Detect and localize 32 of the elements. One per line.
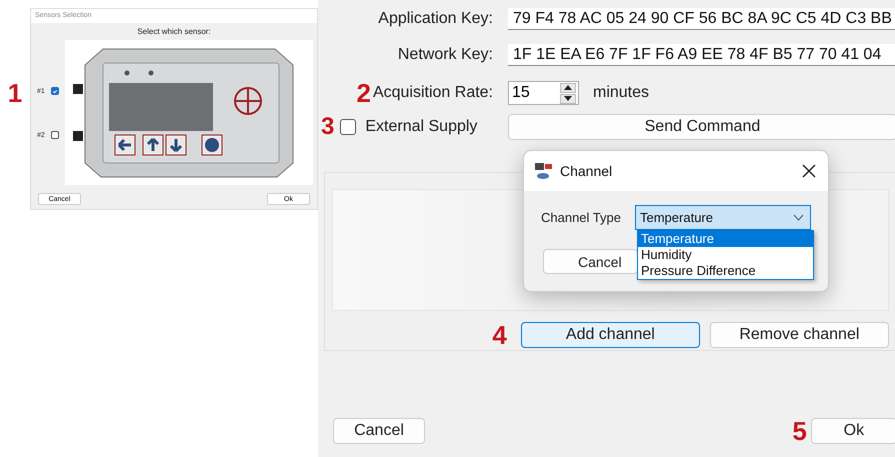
remove-channel-button[interactable]: Remove channel [710, 322, 889, 348]
dialog-title: Channel [560, 163, 614, 179]
dropdown-option[interactable]: Humidity [638, 247, 813, 263]
rate-spinbox[interactable]: 15 [508, 81, 579, 105]
annotation-number: 5 [792, 418, 807, 444]
app-logo-icon [534, 161, 554, 181]
external-supply-checkbox[interactable] [340, 119, 356, 135]
ok-button[interactable]: Ok [810, 418, 895, 444]
prompt-text: Select which sensor: [136, 27, 212, 36]
close-icon[interactable] [802, 164, 816, 178]
dropdown-option[interactable]: Temperature [638, 231, 813, 247]
annotation-number: 3 [321, 115, 334, 139]
sensor-checkbox[interactable] [50, 87, 59, 95]
send-command-button[interactable]: Send Command [508, 114, 895, 140]
key-field[interactable]: 1F 1E EA E6 7F 1F F6 A9 EE 78 4F B5 77 70 41 04 [508, 44, 895, 66]
add-channel-button[interactable]: Add channel [520, 322, 700, 348]
chevron-down-icon [793, 214, 804, 221]
field-label: Channel Type [541, 210, 621, 225]
checkbox-label: External Supply [365, 118, 478, 136]
annotation-number: 4 [492, 322, 507, 348]
channel-type-dropdown[interactable]: Temperature [635, 205, 811, 230]
cancel-button[interactable]: Cancel [333, 418, 425, 444]
unit-label: minutes [593, 84, 650, 102]
key-field[interactable]: 79 F4 78 AC 05 24 90 CF 56 BC 8A 9C C5 4D C3 BB [508, 8, 895, 30]
cancel-button[interactable]: Cancel [543, 249, 638, 274]
annotation-number: 2 [356, 80, 371, 106]
dropdown-option[interactable]: Pressure Difference [638, 263, 813, 279]
field-label: Network Key: [398, 46, 493, 64]
sensor-checkbox[interactable] [50, 131, 59, 139]
annotation-number: 1 [6, 80, 24, 106]
field-label: Application Key: [378, 10, 493, 28]
field-label: Acquisition Rate: [372, 84, 493, 102]
